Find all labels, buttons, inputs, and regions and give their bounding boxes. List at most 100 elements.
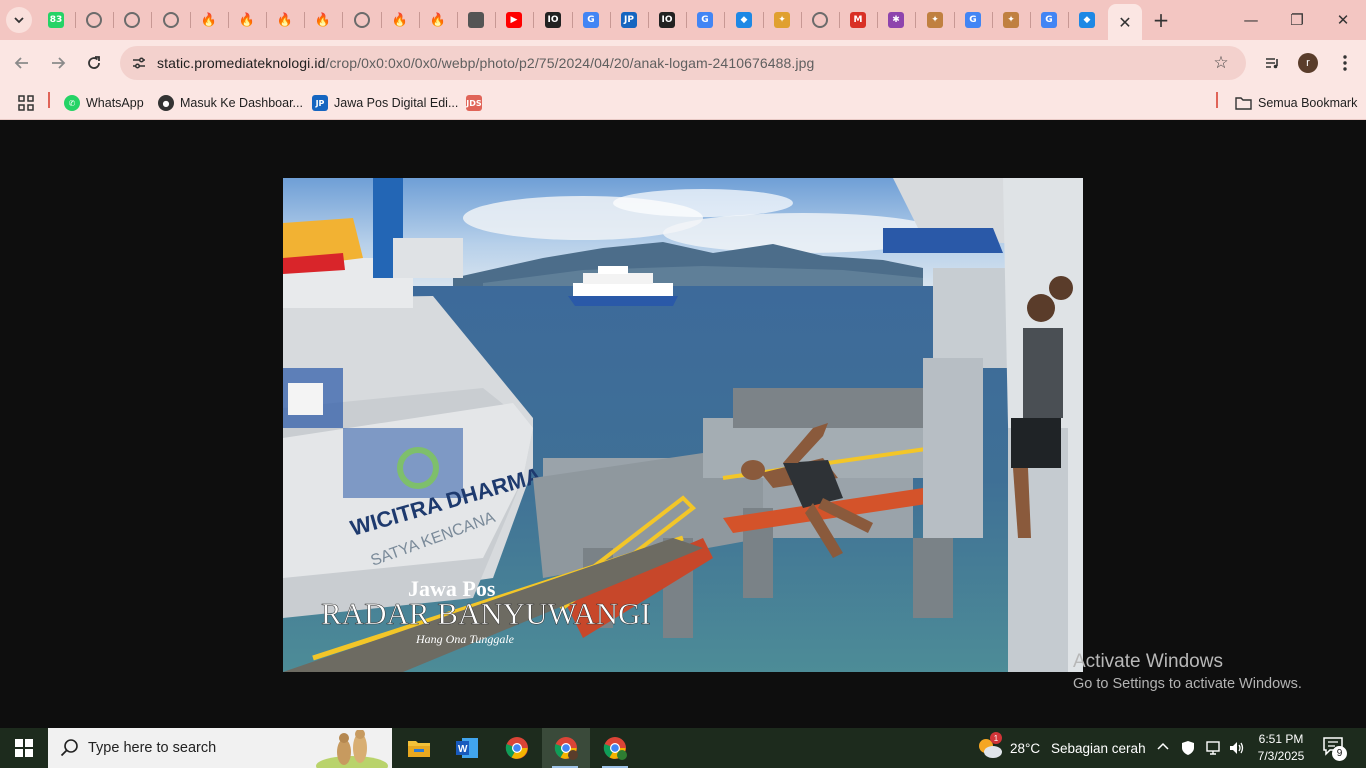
clock[interactable]: 6:51 PM 7/3/2025 [1250,731,1312,765]
media-controls-button[interactable] [1259,50,1285,76]
tab-separator [533,12,534,28]
browser-tab[interactable] [81,7,107,33]
back-button[interactable] [8,49,36,77]
forward-button[interactable] [44,49,72,77]
activation-subtitle: Go to Settings to activate Windows. [1073,676,1302,692]
browser-tab[interactable] [119,7,145,33]
app-icon: ◆ [736,12,752,28]
browser-tab[interactable]: JP [616,7,642,33]
chrome-profile-button[interactable] [542,728,590,768]
bookmark-item[interactable]: ✆ WhatsApp [64,92,144,114]
taskbar-search-box[interactable]: Type here to search [48,728,392,768]
tab-search-button[interactable] [6,7,32,33]
url-host: static.promediateknologi.id [157,55,326,71]
weather-widget[interactable]: 1 [976,732,1004,760]
tab-separator [419,12,420,28]
flame-icon: 🔥 [276,12,294,28]
arrow-right-icon [52,57,66,69]
tab-separator [915,12,916,28]
chrome-profile-h-button[interactable] [592,728,638,768]
active-tab[interactable]: ✕ [1108,4,1142,40]
bookmark-item[interactable]: JDS [466,92,482,114]
whatsapp-icon: ✆ [64,95,80,111]
browser-tab[interactable]: ◆ [731,7,757,33]
browser-tab[interactable]: G [692,7,718,33]
browser-tab[interactable]: ◆ [1074,7,1100,33]
url-path: /crop/0x0:0x0/0x0/webp/photo/p2/75/2024/… [325,55,815,71]
avatar: r [1298,53,1318,73]
browser-tab[interactable]: 🔥 [425,7,451,33]
browser-tab[interactable]: ✦ [998,7,1024,33]
browser-tab[interactable] [807,7,833,33]
browser-tab[interactable]: G [960,7,986,33]
svg-text:Hang Ona Tunggale: Hang Ona Tunggale [415,632,515,646]
browser-tab[interactable]: G [1036,7,1062,33]
show-hidden-icons-button[interactable] [1156,740,1170,759]
close-window-button[interactable]: ✕ [1320,0,1366,40]
reload-button[interactable] [80,49,108,77]
flame-icon: 🔥 [314,12,332,28]
word-button[interactable]: W [444,728,490,768]
browser-tab[interactable] [463,7,489,33]
browser-tab[interactable]: 🔥 [196,7,222,33]
new-tab-button[interactable]: + [1148,7,1174,33]
restore-button[interactable]: ❐ [1274,0,1320,40]
browser-toolbar: static.promediateknologi.id/crop/0x0:0x0… [0,40,1366,86]
tab-separator [648,12,649,28]
start-button[interactable] [0,728,48,768]
tab-separator [610,12,611,28]
bookmark-item[interactable]: ● Masuk Ke Dashboar... [158,92,303,114]
chrome-button[interactable] [494,728,540,768]
browser-tab[interactable]: IO [540,7,566,33]
globe-icon [86,12,102,28]
bookmark-star-icon[interactable]: ☆ [1210,52,1232,74]
browser-tab[interactable] [158,7,184,33]
search-placeholder: Type here to search [88,740,217,756]
browser-tab[interactable]: ✱ [883,7,909,33]
file-explorer-button[interactable] [396,728,442,768]
close-tab-icon[interactable]: ✕ [1118,13,1131,32]
tab-separator [686,12,687,28]
globe-icon: ● [158,95,174,111]
browser-tab[interactable]: 83 [43,7,69,33]
kebab-menu-icon [1343,55,1347,71]
tab-separator [763,12,764,28]
tab-separator [724,12,725,28]
notification-center-button[interactable]: 9 [1322,736,1352,762]
bookmark-item[interactable]: JP Jawa Pos Digital Edi... [312,92,458,114]
weather-temperature[interactable]: 28°C [1010,741,1040,756]
site-info-icon[interactable] [128,52,150,74]
browser-tab[interactable]: 🔥 [310,7,336,33]
windows-activation-watermark: Activate Windows Go to Settings to activ… [1073,651,1302,692]
browser-tab[interactable]: G [578,7,604,33]
profile-button[interactable]: r [1295,50,1321,76]
photo-boy-diving-from-ferry-dock[interactable]: WICITRA DHARMA III SATYA KENCANA Jawa Po… [283,178,1083,672]
volume-tray-button[interactable] [1228,740,1246,761]
bookmarks-bar: ✆ WhatsApp ● Masuk Ke Dashboar... JP Jawa Pos… [0,86,1366,120]
browser-tab[interactable]: ▶ [501,7,527,33]
io-icon: IO [545,12,561,28]
weather-description[interactable]: Sebagian cerah [1051,741,1146,756]
url-text[interactable]: static.promediateknologi.id/crop/0x0:0x0… [157,55,814,71]
browser-tab[interactable]: IO [654,7,680,33]
io-icon: IO [659,12,675,28]
browser-tab[interactable]: 🔥 [272,7,298,33]
browser-tab[interactable]: 🔥 [387,7,413,33]
menu-button[interactable] [1332,50,1358,76]
google-icon: G [583,12,599,28]
chevron-up-icon [1157,742,1169,750]
browser-tab[interactable]: M [845,7,871,33]
browser-tab[interactable]: ✦ [922,7,948,33]
security-tray-button[interactable] [1180,740,1196,761]
all-bookmarks-button[interactable]: Semua Bookmark [1235,92,1357,114]
minimize-button[interactable]: — [1228,0,1274,40]
browser-tab[interactable]: 🔥 [234,7,260,33]
network-tray-button[interactable] [1204,740,1222,761]
search-highlight-meerkats-icon [316,730,388,768]
browser-tab[interactable]: ✦ [769,7,795,33]
apps-button[interactable] [18,92,34,114]
address-bar[interactable]: static.promediateknologi.id/crop/0x0:0x0… [120,46,1246,80]
tab-separator [190,12,191,28]
browser-tab[interactable] [349,7,375,33]
youtube-icon: ▶ [506,12,522,28]
